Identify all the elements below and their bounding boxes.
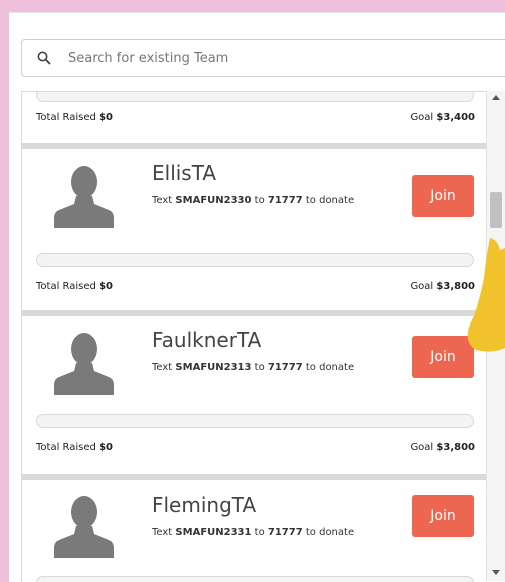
progress-bar (36, 253, 474, 267)
total-raised: Total Raised $0 (36, 281, 113, 292)
person-silhouette-icon (54, 496, 114, 558)
scroll-down-arrow-icon[interactable] (492, 570, 500, 575)
progress-bar (36, 92, 474, 102)
scroll-up-arrow-icon[interactable] (492, 95, 500, 100)
text-to-donate: Text SMAFUN2330 to 71777 to donate (152, 195, 355, 206)
card-separator (22, 143, 487, 149)
top-divider (9, 12, 505, 13)
search-input[interactable] (68, 44, 488, 72)
card-separator (22, 310, 487, 316)
team-panel: Total Raised $0 Goal $3,400 EllisTA Text… (9, 12, 505, 582)
search-box[interactable] (21, 39, 505, 77)
progress-bar (36, 414, 474, 428)
join-button[interactable]: Join (412, 495, 474, 537)
person-silhouette-icon (54, 333, 114, 395)
scrollbar-thumb[interactable] (490, 192, 502, 228)
goal: Goal $3,400 (410, 112, 475, 123)
team-name: FaulknerTA (152, 328, 262, 352)
text-to-donate: Text SMAFUN2331 to 71777 to donate (152, 527, 355, 538)
team-name: FlemingTA (152, 493, 257, 517)
team-name: EllisTA (152, 161, 217, 185)
person-silhouette-icon (54, 166, 114, 228)
progress-bar (36, 576, 474, 582)
join-button[interactable]: Join (412, 175, 474, 217)
search-icon (37, 51, 51, 65)
hand-pointer-icon (467, 238, 505, 352)
text-to-donate: Text SMAFUN2313 to 71777 to donate (152, 362, 355, 373)
card-separator (22, 474, 487, 480)
total-raised: Total Raised $0 (36, 442, 113, 453)
goal: Goal $3,800 (410, 442, 475, 453)
team-list[interactable]: Total Raised $0 Goal $3,400 EllisTA Text… (21, 91, 487, 582)
total-raised: Total Raised $0 (36, 112, 113, 123)
